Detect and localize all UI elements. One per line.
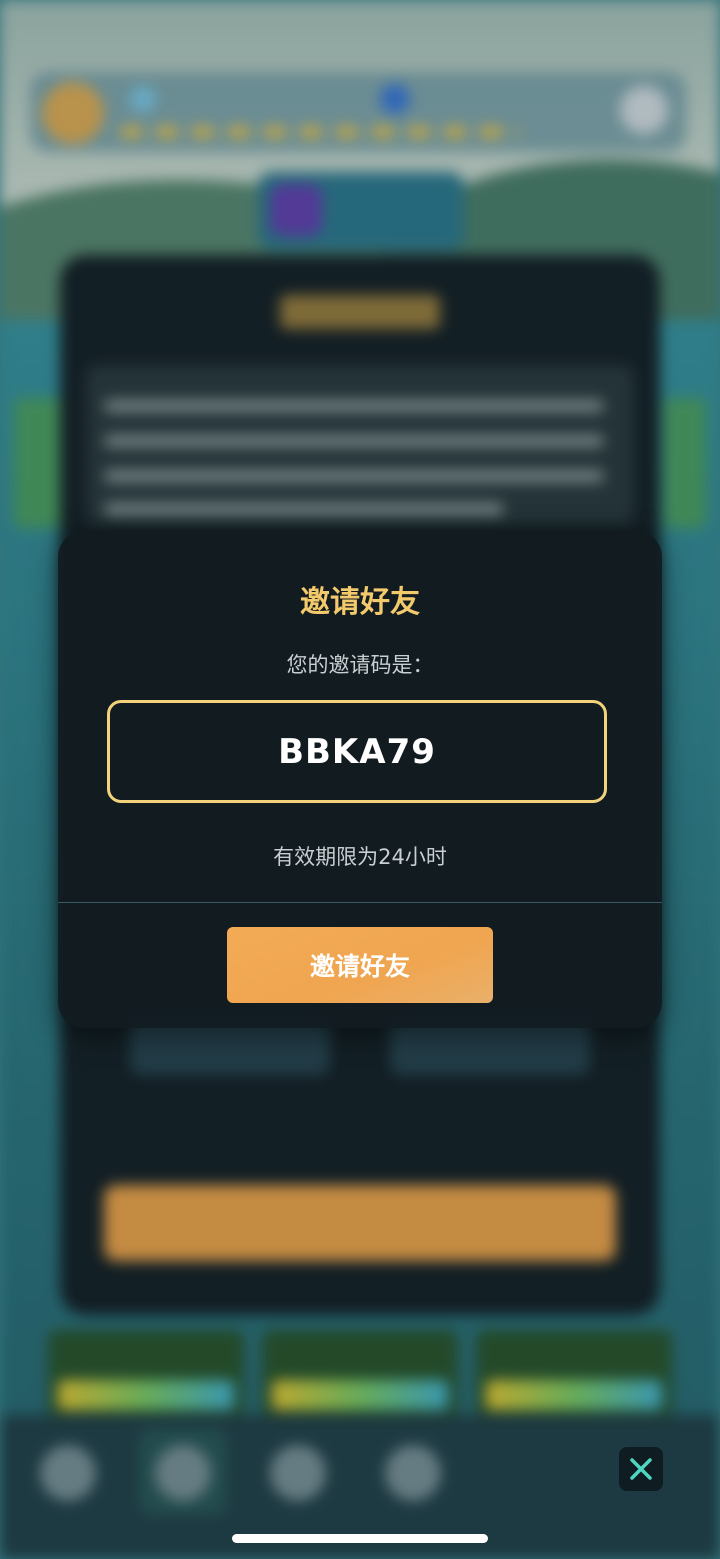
invite-code: BBKA79 (278, 731, 436, 772)
home-indicator (232, 1534, 488, 1543)
dialog-title: 邀请好友 (300, 585, 420, 620)
close-icon (630, 1458, 652, 1480)
divider (58, 902, 662, 903)
validity-text: 有效期限为24小时 (273, 845, 447, 869)
invite-friends-button[interactable]: 邀请好友 (227, 927, 493, 1003)
invite-code-box[interactable]: BBKA79 (107, 700, 607, 803)
invite-code-prompt: 您的邀请码是： (286, 653, 434, 677)
close-button[interactable] (619, 1447, 663, 1491)
invite-friends-dialog: 邀请好友 您的邀请码是： BBKA79 有效期限为24小时 邀请好友 (58, 531, 662, 1028)
